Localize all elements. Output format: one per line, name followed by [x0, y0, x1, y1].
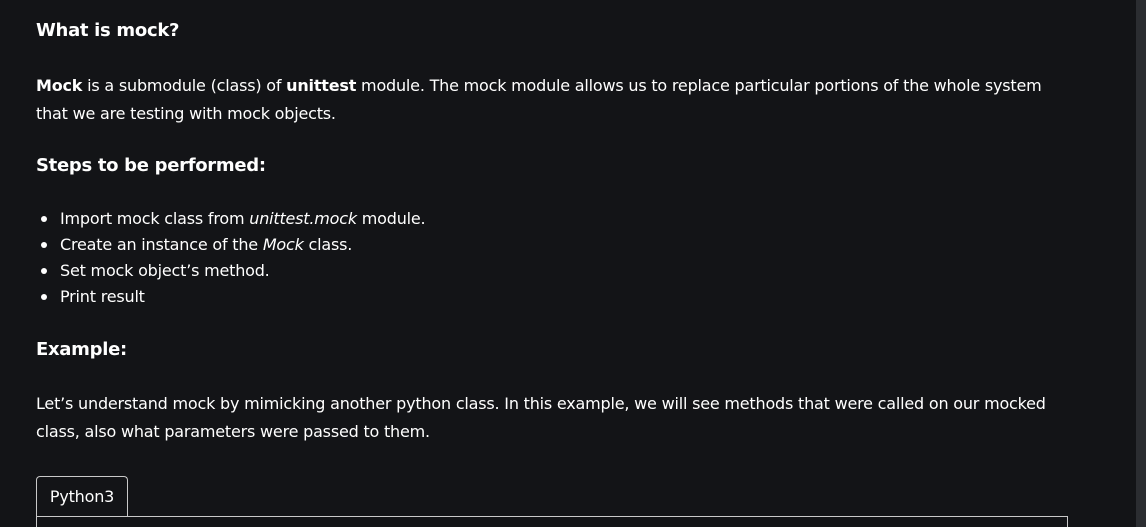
- tab-label: Python3: [49, 487, 115, 506]
- scrollbar[interactable]: [1136, 0, 1146, 527]
- unittest-term: unittest: [286, 76, 357, 95]
- mock-term: Mock: [36, 76, 83, 95]
- code-block: [36, 516, 1068, 527]
- bullet-icon: [41, 294, 47, 300]
- list-item: Print result: [36, 284, 425, 310]
- list-item: Set mock object’s method.: [36, 258, 425, 284]
- example-paragraph: Let’s understand mock by mimicking anoth…: [36, 394, 1046, 441]
- heading-what-is-mock: What is mock?: [36, 20, 180, 41]
- bullet-icon: [41, 242, 47, 248]
- article-page: What is mock? Mock is a submodule (class…: [0, 0, 1146, 527]
- intro-text-1: is a submodule (class) of: [82, 76, 287, 95]
- steps-list: Import mock class from unittest.mock mod…: [36, 206, 426, 310]
- bullet-icon: [41, 216, 47, 222]
- tab-python3[interactable]: Python3: [36, 476, 128, 516]
- heading-steps: Steps to be performed:: [36, 155, 266, 176]
- intro-paragraph: Mock is a submodule (class) of unittest …: [36, 72, 1076, 128]
- list-item: Import mock class from unittest.mock mod…: [36, 206, 426, 232]
- heading-example: Example:: [36, 339, 127, 360]
- list-item: Create an instance of the Mock class.: [36, 232, 425, 258]
- bullet-icon: [41, 268, 47, 274]
